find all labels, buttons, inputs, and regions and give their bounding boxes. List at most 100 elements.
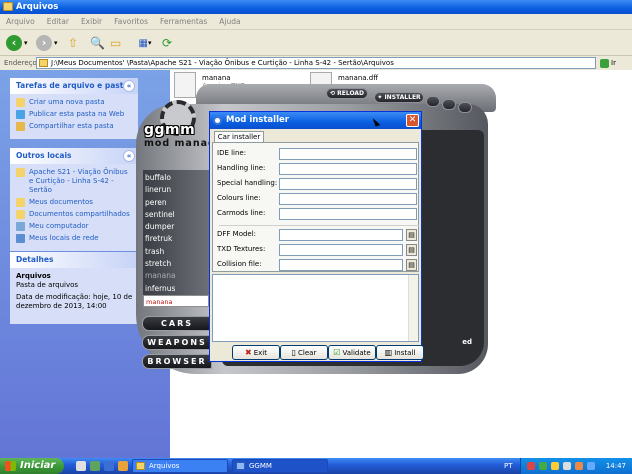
vehicle-item[interactable]: stretch	[143, 258, 209, 270]
mod-installer-dialog: Mod installer ✕ Car installer IDE line: …	[209, 111, 424, 362]
tray-icon[interactable]	[527, 462, 535, 470]
carmods-line-input[interactable]	[279, 208, 417, 220]
tray-icon[interactable]	[539, 462, 547, 470]
address-input[interactable]: J:\Meus Documentos' \Pasta\Apache S21 - …	[36, 57, 596, 69]
go-button[interactable]: Ir	[600, 57, 630, 69]
skin-button-3[interactable]	[458, 102, 472, 113]
colours-line-row: Colours line:	[217, 193, 417, 205]
taskbar-item-ggmm[interactable]: GGMM	[232, 459, 328, 473]
browse-folder-icon[interactable]: ▤	[406, 229, 417, 241]
vehicle-item[interactable]: dumper	[143, 221, 209, 233]
category-cars-button[interactable]: CARS	[142, 316, 212, 331]
special-handling-input[interactable]	[279, 178, 417, 190]
skin-button-2[interactable]	[442, 99, 456, 110]
excel-icon[interactable]	[90, 461, 100, 471]
browse-folder-icon[interactable]: ▤	[406, 259, 417, 271]
installer-button[interactable]: ✦ INSTALLER	[374, 92, 424, 103]
volume-icon[interactable]	[563, 462, 571, 470]
reload-button[interactable]: ⟲ RELOAD	[326, 88, 368, 99]
clock[interactable]: 14:47	[606, 458, 626, 474]
txd-textures-input[interactable]	[279, 244, 403, 256]
network-icon[interactable]	[587, 462, 595, 470]
install-log-textarea[interactable]	[212, 274, 419, 342]
tasks-panel-header[interactable]: Tarefas de arquivo e pasta «	[10, 78, 138, 94]
field-label: IDE line:	[217, 149, 247, 157]
menu-ferramentas[interactable]: Ferramentas	[160, 17, 207, 26]
skin-button-1[interactable]	[426, 96, 440, 107]
tray-icon[interactable]	[551, 462, 559, 470]
folders-button[interactable]: ▭	[110, 34, 121, 52]
taskbar-item-label: Arquivos	[149, 462, 180, 470]
app-icon	[213, 116, 222, 125]
back-button[interactable]: ‹ ▾	[6, 34, 28, 52]
collision-file-input[interactable]	[279, 259, 403, 271]
folder-icon	[39, 59, 48, 67]
go-arrow-icon	[600, 58, 609, 68]
category-browser-button[interactable]: BROWSER	[142, 354, 212, 369]
menu-editar[interactable]: Editar	[47, 17, 69, 26]
exit-button[interactable]: ✖ Exit	[232, 345, 280, 360]
clear-button[interactable]: ▯ Clear	[280, 345, 328, 360]
vehicle-item[interactable]: sentinel	[143, 209, 209, 221]
menu-exibir[interactable]: Exibir	[81, 17, 102, 26]
ide-line-input[interactable]	[279, 148, 417, 160]
clear-page-icon: ▯	[291, 348, 297, 357]
views-button[interactable]: ▦ ▾	[134, 34, 156, 52]
taskbar-item-arquivos[interactable]: Arquivos	[132, 459, 228, 473]
places-panel: Outros locais « Apache S21 - Viação Ônibu…	[10, 148, 138, 251]
dff-model-input[interactable]	[279, 229, 403, 241]
menu-favoritos[interactable]: Favoritos	[114, 17, 148, 26]
menu-arquivo[interactable]: Arquivo	[6, 17, 35, 26]
start-button[interactable]: Iniciar	[0, 458, 64, 474]
colours-line-input[interactable]	[279, 193, 417, 205]
vehicle-item[interactable]: buffalo	[143, 172, 209, 184]
vehicle-item[interactable]: firetruk	[143, 233, 209, 245]
places-panel-header[interactable]: Outros locais «	[10, 148, 138, 164]
task-publish-web[interactable]: Publicar esta pasta na Web	[16, 110, 134, 119]
place-parent-folder[interactable]: Apache S21 - Viação Ônibus e Curtição - …	[16, 168, 134, 195]
vehicle-item[interactable]: infernus	[143, 283, 209, 295]
vehicle-item[interactable]: peren	[143, 197, 209, 209]
handling-line-input[interactable]	[279, 163, 417, 175]
vehicle-item-selected[interactable]: manana	[143, 294, 209, 308]
category-weapons-button[interactable]: WEAPONS	[142, 335, 212, 350]
place-my-computer[interactable]: Meu computador	[16, 222, 134, 231]
word-icon[interactable]	[104, 461, 114, 471]
chrome-icon[interactable]	[76, 461, 86, 471]
sync-button[interactable]: ⟳	[162, 34, 172, 52]
validate-button[interactable]: ☑ Validate	[328, 345, 376, 360]
place-network[interactable]: Meus locais de rede	[16, 234, 134, 243]
menu-ajuda[interactable]: Ajuda	[219, 17, 240, 26]
media-icon[interactable]	[118, 461, 128, 471]
installer-label: INSTALLER	[384, 94, 421, 101]
place-shared-documents[interactable]: Documentos compartilhados	[16, 210, 134, 219]
task-share-folder[interactable]: Compartilhar esta pasta	[16, 122, 134, 131]
vehicle-item[interactable]: linerun	[143, 184, 209, 196]
folder-icon	[136, 462, 145, 470]
close-icon[interactable]: ✕	[406, 114, 419, 127]
handling-line-row: Handling line:	[217, 163, 417, 175]
computer-icon	[16, 222, 25, 231]
vehicle-item[interactable]: trash	[143, 246, 209, 258]
vehicle-list[interactable]: buffalo linerun peren sentinel dumper fi…	[143, 170, 209, 308]
install-button[interactable]: ▥ Install	[376, 345, 424, 360]
scrollbar[interactable]	[408, 275, 418, 341]
details-panel-header[interactable]: Detalhes	[10, 252, 138, 268]
field-label: TXD Textures:	[217, 245, 266, 253]
folder-icon	[16, 168, 25, 177]
search-button[interactable]: 🔍	[90, 34, 105, 52]
language-indicator[interactable]: PT	[504, 458, 513, 474]
vehicle-item[interactable]: manana	[143, 270, 209, 282]
browse-folder-icon[interactable]: ▤	[406, 244, 417, 256]
tray-icon[interactable]	[575, 462, 583, 470]
up-folder-button[interactable]: ⇧	[68, 34, 78, 52]
forward-button[interactable]: › ▾	[36, 34, 58, 52]
place-my-documents[interactable]: Meus documentos	[16, 198, 134, 207]
collapse-icon[interactable]: «	[123, 80, 135, 92]
shared-folder-icon	[16, 210, 25, 219]
divider	[219, 225, 419, 226]
dialog-titlebar[interactable]: Mod installer ✕	[210, 112, 421, 129]
window-titlebar[interactable]: Arquivos	[0, 0, 632, 14]
task-new-folder[interactable]: Criar uma nova pasta	[16, 98, 134, 107]
collapse-icon[interactable]: «	[123, 150, 135, 162]
